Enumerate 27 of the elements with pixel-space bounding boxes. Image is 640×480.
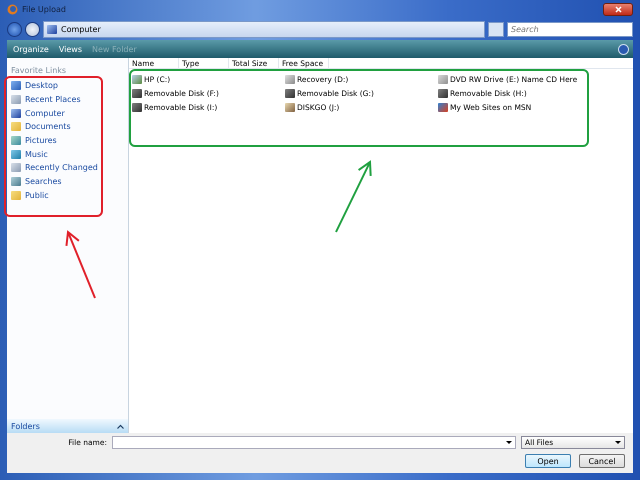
open-button[interactable]: Open (525, 454, 571, 468)
help-icon[interactable] (618, 44, 629, 54)
sidebar-item[interactable]: Music (7, 147, 128, 162)
breadcrumb[interactable]: Computer (61, 24, 101, 34)
close-button[interactable] (603, 2, 633, 16)
sidebar-item[interactable]: Public (7, 188, 128, 202)
folders-bar[interactable]: Folders (7, 419, 128, 433)
address-bar[interactable]: Computer (43, 20, 485, 38)
toolbar-button[interactable]: Views (56, 44, 84, 54)
sidebar-item[interactable]: Pictures (7, 134, 128, 148)
file-name-field[interactable] (112, 436, 516, 448)
sidebar-item[interactable]: Recently Changed (7, 161, 128, 175)
browser-icon (7, 4, 18, 14)
forward-button[interactable] (25, 22, 40, 36)
sidebar-item[interactable]: Documents (7, 120, 128, 134)
search-field[interactable]: Search (507, 22, 633, 36)
cancel-button[interactable]: Cancel (579, 454, 625, 468)
close-icon (614, 6, 622, 12)
sidebar-item[interactable]: Searches (7, 174, 128, 188)
sidebar-item[interactable]: Recent Places (7, 92, 128, 106)
back-button[interactable] (7, 22, 22, 36)
section-heading: Favorite Links (10, 65, 68, 77)
toolbar-button[interactable]: Organize (11, 44, 51, 54)
window-title: File Upload (22, 4, 66, 14)
refresh-button[interactable] (488, 22, 504, 36)
sidebar-item[interactable]: Computer (7, 106, 128, 120)
sidebar-item[interactable]: Desktop (7, 79, 128, 93)
